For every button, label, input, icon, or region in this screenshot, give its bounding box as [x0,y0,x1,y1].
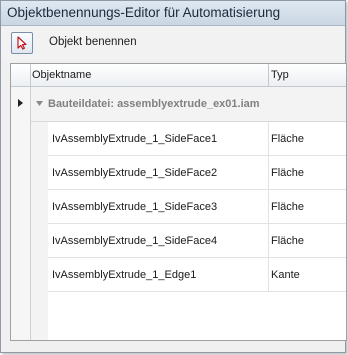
select-tool-button[interactable] [11,32,33,54]
grid-header: Objektname Typ [11,64,346,87]
object-type-cell: Fläche [271,167,305,179]
object-name-cell[interactable]: IvAssemblyExtrude_1_SideFace4 [52,235,217,247]
rename-object-label[interactable]: Objekt benennen [49,36,137,48]
object-type-cell: Fläche [271,201,305,213]
group-indent [31,122,48,340]
object-name-cell[interactable]: IvAssemblyExtrude_1_SideFace3 [52,201,217,213]
column-header-object-name[interactable]: Objektname [31,64,269,86]
window-title: Objektbenennungs-Editor für Automatisier… [7,5,281,20]
toolbar: Objekt benennen [1,26,345,60]
group-row[interactable]: Bauteildatei: assemblyextrude_ex01.iam [31,87,346,122]
object-name-cell[interactable]: IvAssemblyExtrude_1_Edge1 [52,269,196,281]
header-corner [11,64,31,86]
current-row-arrow-icon [18,99,23,107]
table-row[interactable]: IvAssemblyExtrude_1_Edge1 Kante [48,258,346,292]
editor-window: Objektbenennungs-Editor für Automatisier… [0,0,347,353]
collapse-triangle-icon[interactable] [36,101,43,106]
table-row[interactable]: IvAssemblyExtrude_1_SideFace4 Fläche [48,224,346,258]
object-type-cell: Fläche [271,133,305,145]
object-grid: Objektname Typ Bauteildatei: assemblyext… [10,63,347,341]
column-separator [268,156,269,189]
object-type-cell: Kante [271,269,300,281]
object-name-cell[interactable]: IvAssemblyExtrude_1_SideFace1 [52,133,217,145]
column-header-type[interactable]: Typ [269,64,346,86]
column-separator [268,122,269,155]
column-separator [268,258,269,291]
group-label: Bauteildatei: assemblyextrude_ex01.iam [48,98,260,110]
table-row[interactable]: IvAssemblyExtrude_1_SideFace1 Fläche [48,122,346,156]
table-row[interactable]: IvAssemblyExtrude_1_SideFace3 Fläche [48,190,346,224]
row-selector-column [11,87,31,340]
object-name-cell[interactable]: IvAssemblyExtrude_1_SideFace2 [52,167,217,179]
column-separator [268,224,269,257]
cursor-arrow-icon [17,36,27,50]
object-type-cell: Fläche [271,235,305,247]
title-bar[interactable]: Objektbenennungs-Editor für Automatisier… [1,1,345,26]
column-separator [268,190,269,223]
table-row[interactable]: IvAssemblyExtrude_1_SideFace2 Fläche [48,156,346,190]
